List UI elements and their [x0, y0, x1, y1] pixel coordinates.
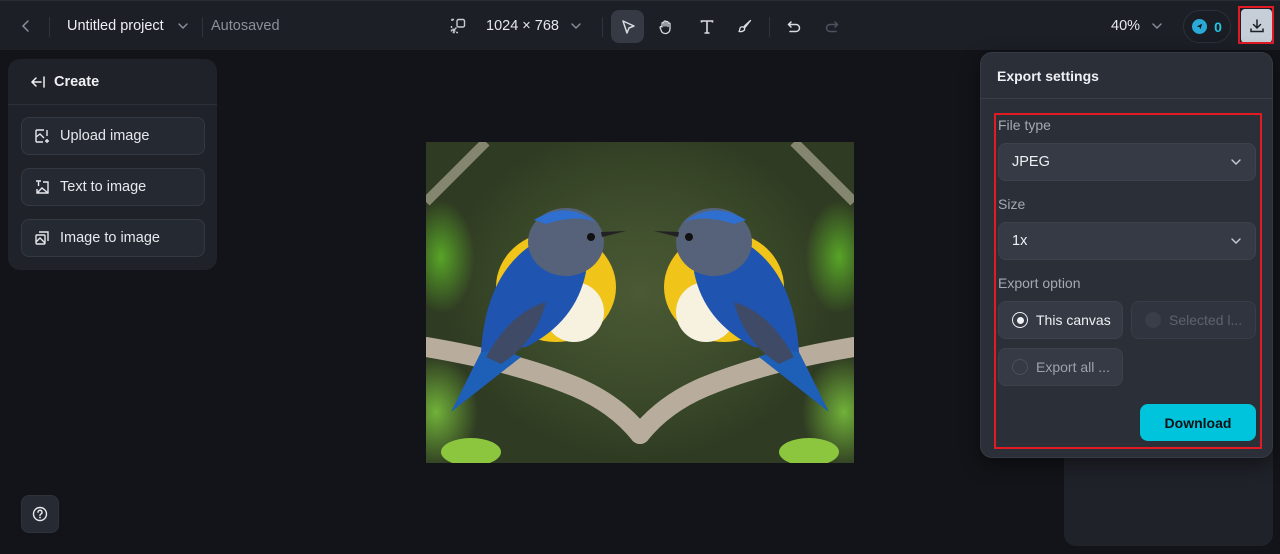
chevron-down-icon — [1230, 156, 1242, 168]
upload-image-label: Upload image — [60, 128, 150, 144]
canvas-size[interactable]: 1024 × 768 — [486, 16, 559, 36]
file-type-value: JPEG — [1012, 154, 1050, 170]
redo-button[interactable] — [815, 10, 848, 43]
project-menu-button[interactable] — [174, 16, 192, 36]
chevron-down-icon — [1230, 235, 1242, 247]
help-button[interactable] — [21, 495, 59, 533]
text-to-image-label: Text to image — [60, 179, 147, 195]
text-to-image-icon — [36, 180, 49, 194]
divider — [202, 17, 203, 37]
credit-count: 0 — [1214, 18, 1222, 35]
image-to-image-button[interactable]: Image to image — [21, 219, 205, 257]
canvas-image[interactable] — [426, 142, 854, 463]
option-label: Selected l... — [1169, 312, 1243, 328]
back-button[interactable] — [12, 11, 40, 41]
divider — [769, 17, 770, 37]
export-option-this-canvas[interactable]: This canvas — [998, 301, 1123, 339]
export-button[interactable] — [1241, 9, 1272, 43]
image-to-image-icon — [35, 231, 49, 245]
option-label: This canvas — [1036, 312, 1111, 328]
text-to-image-button[interactable]: Text to image — [21, 168, 205, 206]
download-button[interactable]: Download — [1140, 404, 1256, 441]
export-settings-popover: Export settings File type JPEG Size 1x E… — [980, 52, 1273, 458]
divider — [49, 17, 50, 37]
save-status: Autosaved — [211, 18, 280, 34]
option-label: Export all ... — [1036, 359, 1110, 375]
top-toolbar: Untitled project Autosaved 1024 × 768 40… — [0, 0, 1280, 51]
size-label: Size — [998, 196, 1026, 212]
collapse-left-icon — [30, 75, 45, 88]
export-settings-title: Export settings — [981, 53, 1272, 99]
hand-icon — [658, 19, 671, 34]
credit-icon — [1192, 19, 1208, 34]
export-option-label: Export option — [998, 275, 1081, 291]
divider — [602, 17, 603, 37]
brush-tool-button[interactable] — [728, 10, 761, 43]
help-icon — [32, 506, 48, 522]
create-panel-title: Create — [54, 73, 100, 90]
export-option-selected-layers[interactable]: Selected l... — [1131, 301, 1256, 339]
chevron-left-icon — [21, 20, 29, 32]
cursor-arrow-icon — [621, 19, 635, 34]
resize-icon — [450, 18, 466, 34]
upload-image-icon — [35, 129, 49, 143]
bird-image — [426, 142, 854, 463]
undo-button[interactable] — [777, 10, 810, 43]
chevron-down-icon — [1152, 23, 1162, 29]
brush-icon — [737, 19, 751, 32]
radio-unchecked-icon — [1012, 359, 1028, 375]
chevron-down-icon — [178, 23, 188, 29]
select-tool-button[interactable] — [611, 10, 644, 43]
create-panel-header[interactable]: Create — [8, 59, 217, 105]
file-type-select[interactable]: JPEG — [998, 143, 1256, 181]
file-type-label: File type — [998, 117, 1051, 133]
chevron-down-icon — [571, 23, 581, 29]
text-tool-button[interactable] — [690, 10, 723, 43]
zoom-dropdown[interactable] — [1148, 16, 1166, 36]
upload-image-button[interactable]: Upload image — [21, 117, 205, 155]
resize-canvas-button[interactable] — [447, 15, 469, 37]
image-to-image-label: Image to image — [60, 230, 160, 246]
redo-icon — [825, 20, 839, 32]
credits-button[interactable]: 0 — [1183, 10, 1231, 43]
radio-disabled-icon — [1145, 312, 1161, 328]
download-icon — [1249, 19, 1264, 33]
export-option-export-all[interactable]: Export all ... — [998, 348, 1123, 386]
undo-icon — [786, 20, 800, 32]
hand-tool-button[interactable] — [649, 10, 682, 43]
zoom-level[interactable]: 40% — [1111, 16, 1140, 36]
create-panel: Create Upload image Text to image Image … — [8, 59, 217, 270]
project-title[interactable]: Untitled project — [67, 16, 164, 36]
radio-checked-icon — [1012, 312, 1028, 328]
size-value: 1x — [1012, 233, 1028, 249]
size-select[interactable]: 1x — [998, 222, 1256, 260]
text-icon — [700, 19, 713, 34]
canvas-size-dropdown[interactable] — [567, 16, 585, 36]
